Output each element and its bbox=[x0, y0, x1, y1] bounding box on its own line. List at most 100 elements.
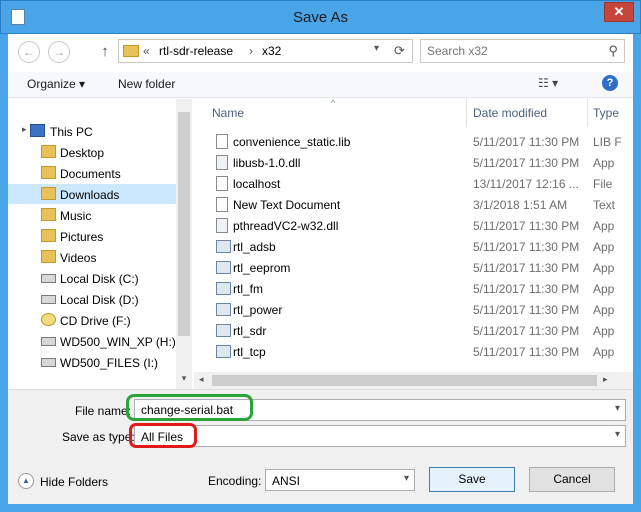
file-icon bbox=[216, 176, 228, 191]
file-type: LIB F bbox=[593, 135, 622, 149]
chevron-down-icon[interactable]: ▾ bbox=[404, 473, 409, 484]
file-date: 5/11/2017 11:30 PM bbox=[473, 303, 580, 317]
folder-icon bbox=[41, 250, 56, 263]
refresh-icon[interactable]: ⟳ bbox=[394, 43, 412, 59]
breadcrumb-arrow-icon[interactable]: › bbox=[249, 44, 253, 58]
file-date: 5/11/2017 11:30 PM bbox=[473, 156, 580, 170]
sidebar-item-pictures[interactable]: Pictures bbox=[8, 226, 176, 246]
breadcrumb-overflow[interactable]: « bbox=[143, 44, 150, 58]
scroll-down-icon[interactable]: ▾ bbox=[176, 373, 192, 384]
drive-icon bbox=[41, 358, 56, 367]
file-row[interactable]: pthreadVC2-w32.dll 5/11/2017 11:30 PM Ap… bbox=[204, 215, 633, 236]
file-type: App bbox=[593, 261, 615, 275]
close-button[interactable]: ✕ bbox=[604, 2, 634, 22]
file-type: App bbox=[593, 303, 615, 317]
file-type: Text bbox=[593, 198, 616, 212]
forward-button[interactable]: → bbox=[48, 41, 70, 63]
back-button[interactable]: ← bbox=[18, 41, 40, 63]
file-date: 5/11/2017 11:30 PM bbox=[473, 219, 580, 233]
title-bar: Save As ✕ bbox=[0, 0, 641, 34]
file-name: rtl_power bbox=[233, 303, 283, 317]
file-name: pthreadVC2-w32.dll bbox=[233, 219, 339, 233]
file-row[interactable]: rtl_adsb 5/11/2017 11:30 PM App bbox=[204, 236, 633, 257]
chevron-down-icon[interactable]: ▾ bbox=[615, 429, 620, 440]
file-date: 13/11/2017 12:16 ... bbox=[473, 177, 579, 191]
file-row[interactable]: rtl_sdr 5/11/2017 11:30 PM App bbox=[204, 320, 633, 341]
search-icon[interactable]: ⚲ bbox=[608, 43, 618, 59]
sidebar-item-documents[interactable]: Documents bbox=[8, 163, 176, 183]
drive-icon bbox=[41, 295, 56, 304]
file-icon bbox=[216, 134, 228, 149]
sidebar-item-local-disk-d[interactable]: Local Disk (D:) bbox=[8, 289, 176, 309]
sidebar-item-label: Downloads bbox=[60, 188, 120, 202]
chevron-down-icon[interactable]: ▾ bbox=[615, 403, 620, 414]
save-button[interactable]: Save bbox=[429, 467, 515, 492]
window-title: Save As bbox=[292, 9, 349, 26]
scrollbar-thumb[interactable] bbox=[212, 375, 597, 386]
search-box[interactable]: ⚲ bbox=[420, 39, 625, 63]
folder-icon bbox=[41, 166, 56, 179]
file-row[interactable]: rtl_fm 5/11/2017 11:30 PM App bbox=[204, 278, 633, 299]
navigation-pane: ▸ This PC Desktop Documents Downloads Mu… bbox=[8, 99, 192, 389]
sidebar-item-cd-drive-f[interactable]: CD Drive (F:) bbox=[8, 310, 176, 330]
file-name: New Text Document bbox=[233, 198, 341, 212]
dll-icon bbox=[216, 155, 228, 170]
file-name: rtl_sdr bbox=[233, 324, 267, 338]
new-folder-button[interactable]: New folder bbox=[118, 77, 175, 91]
column-name[interactable]: Name bbox=[212, 106, 244, 120]
file-date: 5/11/2017 11:30 PM bbox=[473, 345, 580, 359]
file-row[interactable]: rtl_power 5/11/2017 11:30 PM App bbox=[204, 299, 633, 320]
file-date: 5/11/2017 11:30 PM bbox=[473, 282, 580, 296]
column-divider[interactable] bbox=[587, 99, 588, 127]
sidebar-item-label: Local Disk (C:) bbox=[60, 272, 139, 286]
search-input[interactable] bbox=[421, 40, 591, 62]
sidebar-item-music[interactable]: Music bbox=[8, 205, 176, 225]
file-icon bbox=[216, 197, 228, 212]
column-divider[interactable] bbox=[466, 99, 467, 127]
file-row[interactable]: convenience_static.lib 5/11/2017 11:30 P… bbox=[204, 131, 633, 152]
file-row[interactable]: New Text Document 3/1/2018 1:51 AM Text bbox=[204, 194, 633, 215]
hide-folders-label: Hide Folders bbox=[40, 475, 109, 489]
scrollbar-thumb[interactable] bbox=[178, 112, 190, 336]
view-options-icon[interactable]: ☷ ▾ bbox=[538, 76, 578, 90]
file-name: localhost bbox=[233, 177, 281, 191]
encoding-select[interactable]: ANSI ▾ bbox=[265, 469, 415, 491]
save-as-type-select[interactable]: All Files ▾ bbox=[134, 425, 626, 447]
help-icon[interactable]: ? bbox=[602, 75, 618, 91]
sidebar-item-this-pc[interactable]: ▸ This PC bbox=[8, 121, 176, 141]
up-button[interactable]: ↑ bbox=[96, 40, 114, 64]
cancel-button[interactable]: Cancel bbox=[529, 467, 615, 492]
exe-icon bbox=[216, 240, 231, 253]
file-name: rtl_eeprom bbox=[233, 261, 291, 275]
column-header: ^ Name Date modified Type bbox=[194, 99, 633, 127]
scroll-right-icon[interactable]: ▸ bbox=[603, 374, 608, 385]
file-row[interactable]: localhost 13/11/2017 12:16 ... File bbox=[204, 173, 633, 194]
organize-button[interactable]: Organize ▾ bbox=[27, 77, 85, 91]
sidebar-item-videos[interactable]: Videos bbox=[8, 247, 176, 267]
navigation-scrollbar[interactable]: ▾ bbox=[176, 99, 192, 389]
file-row[interactable]: rtl_eeprom 5/11/2017 11:30 PM App bbox=[204, 257, 633, 278]
file-row[interactable]: rtl_tcp 5/11/2017 11:30 PM App bbox=[204, 341, 633, 362]
file-date: 5/11/2017 11:30 PM bbox=[473, 135, 580, 149]
encoding-label: Encoding: bbox=[208, 474, 262, 488]
sidebar-item-wd500-files[interactable]: WD500_FILES (I:) bbox=[8, 352, 176, 372]
file-type: App bbox=[593, 240, 615, 254]
breadcrumb-x32[interactable]: x32 bbox=[262, 44, 281, 58]
exe-icon bbox=[216, 324, 231, 337]
folder-icon bbox=[123, 45, 139, 57]
address-dropdown-icon[interactable]: ▾ bbox=[374, 43, 388, 54]
expand-arrow-icon[interactable]: ▸ bbox=[22, 124, 27, 135]
file-list-hscrollbar[interactable]: ◂ ▸ bbox=[194, 372, 633, 389]
column-date-modified[interactable]: Date modified bbox=[473, 106, 547, 120]
scroll-left-icon[interactable]: ◂ bbox=[199, 374, 204, 385]
column-type[interactable]: Type bbox=[593, 106, 619, 120]
address-bar[interactable]: « rtl-sdr-release › x32 ▾ ⟳ bbox=[118, 39, 413, 63]
sidebar-item-wd500-win-xp[interactable]: WD500_WIN_XP (H:) bbox=[8, 331, 176, 351]
sidebar-item-desktop[interactable]: Desktop bbox=[8, 142, 176, 162]
save-as-type-label: Save as type: bbox=[62, 430, 135, 444]
computer-icon bbox=[30, 124, 45, 137]
breadcrumb-rtl-sdr-release[interactable]: rtl-sdr-release bbox=[159, 44, 233, 58]
sidebar-item-local-disk-c[interactable]: Local Disk (C:) bbox=[8, 268, 176, 288]
sidebar-item-downloads[interactable]: Downloads bbox=[8, 184, 176, 204]
file-row[interactable]: libusb-1.0.dll 5/11/2017 11:30 PM App bbox=[204, 152, 633, 173]
